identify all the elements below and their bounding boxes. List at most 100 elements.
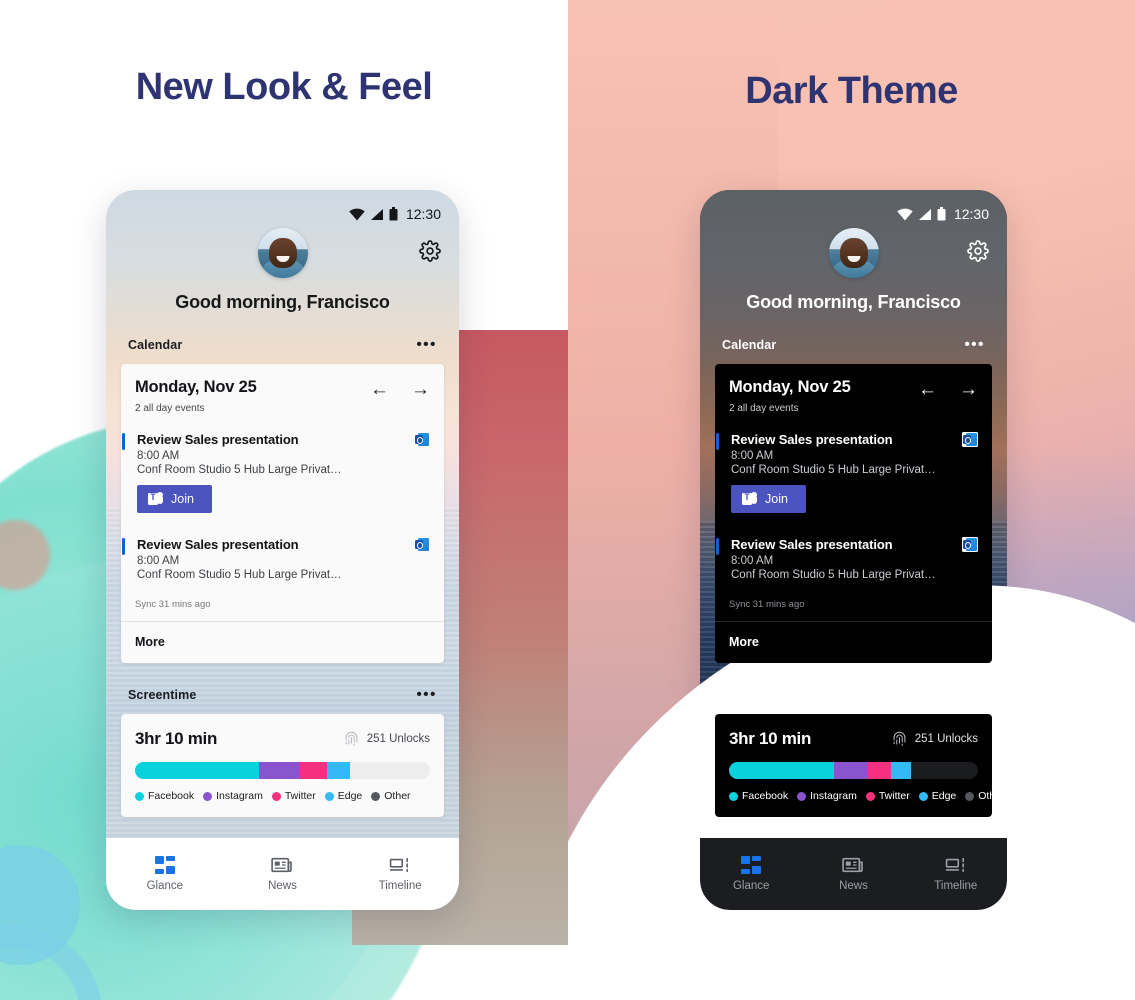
screentime-section-header: Screentime ••• (106, 685, 459, 705)
screentime-legend: Facebook Instagram Twitter Edge Other (715, 779, 992, 817)
outlook-icon (414, 432, 430, 447)
event-title: Review Sales presentation (731, 432, 893, 447)
legend-dot (324, 791, 334, 801)
event-location: Conf Room Studio 5 Hub Large Privat… (731, 464, 936, 476)
legend-dot (965, 791, 975, 801)
nav-item-glance[interactable]: Glance (119, 856, 211, 892)
arrow-right-icon[interactable]: → (411, 380, 430, 399)
calendar-subtitle: 2 all day events (135, 403, 205, 414)
arrow-left-icon[interactable]: ← (918, 380, 937, 399)
event-accent-bar (122, 433, 125, 450)
arrow-left-icon[interactable]: ← (370, 380, 389, 399)
screentime-progress-bar (135, 762, 430, 779)
calendar-card: Monday, Nov 25 ← → 2 all day events Revi… (715, 364, 992, 663)
legend-label: Edge (931, 790, 957, 802)
arrow-right-icon[interactable]: → (959, 380, 978, 399)
join-button[interactable]: Join (731, 485, 806, 513)
legend-dot (203, 791, 213, 801)
outlook-icon (414, 537, 430, 552)
event-accent-bar (122, 538, 125, 555)
screentime-total: 3hr 10 min (729, 729, 812, 748)
event-title: Review Sales presentation (137, 537, 299, 552)
timeline-icon (389, 857, 409, 873)
phone-mockup-light: 12:30 Good morning, Francisco Calendar •… (106, 190, 459, 910)
nav-item-news[interactable]: News (236, 856, 328, 892)
join-button[interactable]: Join (137, 485, 212, 513)
legend-label: Instagram (216, 790, 263, 802)
legend-item-other: Other (965, 790, 992, 802)
legend-dot (371, 791, 381, 801)
legend-dot (865, 791, 875, 801)
event-location: Conf Room Studio 5 Hub Large Privat… (137, 569, 342, 581)
more-options-icon[interactable]: ••• (416, 687, 437, 702)
more-options-icon[interactable]: ••• (416, 337, 437, 352)
legend-item-edge: Edge (918, 790, 957, 802)
event-time: 8:00 AM (731, 450, 774, 462)
nav-item-timeline[interactable]: Timeline (354, 856, 446, 892)
screentime-section-header: Screentime ••• (700, 685, 1007, 705)
calendar-event[interactable]: Review Sales presentation 8:00 AM Conf R… (121, 422, 444, 519)
legend-label: Instagram (810, 790, 857, 802)
calendar-event[interactable]: Review Sales presentation 8:00 AM Conf R… (121, 527, 444, 587)
legend-label: Edge (337, 790, 363, 802)
event-title: Review Sales presentation (731, 537, 893, 552)
nav-item-timeline[interactable]: Timeline (910, 856, 1002, 892)
gear-icon[interactable] (419, 240, 441, 262)
screentime-section-label: Screentime (722, 688, 791, 702)
legend-label: Other (384, 790, 411, 802)
screenshot-stage: New Look & Feel 12:30 Good morning, Fran… (0, 0, 1135, 1000)
event-accent-bar (716, 433, 719, 450)
legend-dot (729, 791, 738, 801)
calendar-section-header: Calendar ••• (106, 335, 459, 355)
more-options-icon[interactable]: ••• (964, 687, 985, 702)
page-title-right: Dark Theme (745, 70, 958, 112)
avatar[interactable] (828, 228, 879, 278)
nav-label-timeline: Timeline (934, 880, 978, 892)
event-time: 8:00 AM (137, 450, 180, 462)
screentime-progress-bar (729, 762, 978, 779)
screentime-legend: Facebook Instagram Twitter Edge Other (121, 779, 444, 817)
timeline-icon (945, 857, 964, 873)
more-options-icon[interactable]: ••• (964, 337, 985, 352)
calendar-section-header: Calendar ••• (700, 335, 1007, 355)
nav-item-glance[interactable]: Glance (705, 856, 797, 892)
calendar-date: Monday, Nov 25 (729, 378, 851, 396)
legend-item-edge: Edge (324, 790, 363, 802)
screentime-segment-edge (326, 762, 351, 779)
event-location: Conf Room Studio 5 Hub Large Privat… (731, 569, 936, 581)
bottom-navigation: Glance News Timeline (700, 838, 1007, 910)
screentime-segment-facebook (135, 762, 259, 779)
legend-item-facebook: Facebook (729, 790, 788, 802)
legend-dot (918, 791, 928, 801)
calendar-event[interactable]: Review Sales presentation 8:00 AM Conf R… (715, 527, 992, 587)
gear-icon[interactable] (967, 240, 989, 262)
status-time: 12:30 (953, 206, 989, 222)
sync-status: Sync 31 mins ago (135, 599, 211, 610)
header-zone: Good morning, Francisco (106, 224, 459, 313)
legend-dot (135, 791, 144, 801)
more-link[interactable]: More (121, 622, 444, 663)
panel-light-theme: New Look & Feel 12:30 Good morning, Fran… (0, 0, 568, 1000)
calendar-section-label: Calendar (722, 338, 777, 352)
calendar-subtitle: 2 all day events (729, 403, 799, 414)
screentime-segment-edge (890, 762, 911, 779)
teams-icon (742, 492, 757, 506)
legend-item-instagram: Instagram (797, 790, 857, 802)
nav-item-news[interactable]: News (807, 856, 899, 892)
status-bar: 12:30 (106, 190, 459, 224)
phone-mockup-dark: 12:30 Good morning, Francisco Calendar •… (700, 190, 1007, 910)
news-icon (271, 857, 293, 873)
avatar[interactable] (257, 228, 308, 278)
header-zone: Good morning, Francisco (700, 224, 1007, 313)
screentime-segment-instagram (833, 762, 869, 779)
legend-item-instagram: Instagram (203, 790, 263, 802)
unlocks-count: 251 Unlocks (914, 733, 978, 745)
more-link[interactable]: More (715, 622, 992, 663)
nav-label-news: News (839, 880, 868, 892)
calendar-event[interactable]: Review Sales presentation 8:00 AM Conf R… (715, 422, 992, 519)
legend-dot (797, 791, 807, 801)
legend-item-twitter: Twitter (865, 790, 910, 802)
glance-icon (154, 856, 175, 874)
news-icon (842, 857, 864, 873)
page-title-left: New Look & Feel (135, 66, 433, 108)
